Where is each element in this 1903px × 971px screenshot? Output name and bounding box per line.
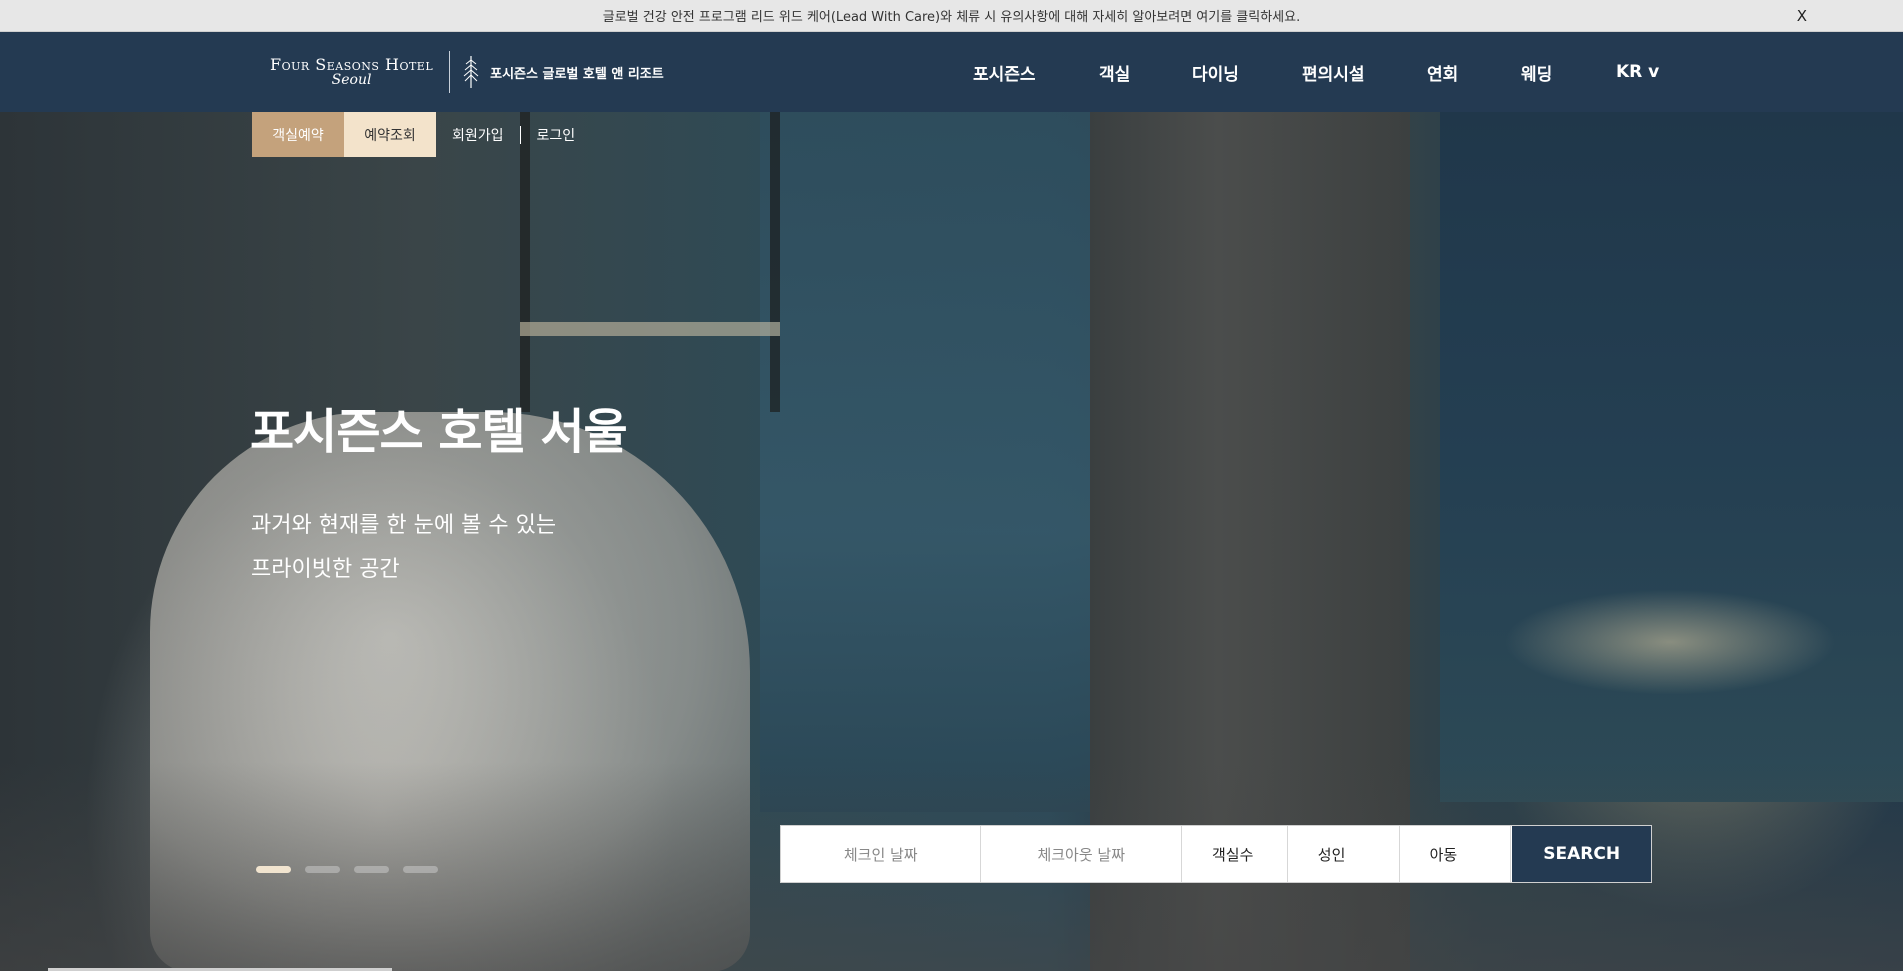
login-link[interactable]: 로그인 [521, 125, 592, 145]
rooms-select[interactable]: 객실수 [1182, 826, 1288, 882]
logo[interactable]: Four Seasons Hotel Seoul 포시즌스 글로벌 호텔 앤 리… [270, 50, 664, 94]
checkin-date-field[interactable]: 체크인 날짜 [781, 826, 982, 882]
slider-dot[interactable] [403, 866, 438, 873]
reserve-button[interactable]: 객실예약 [252, 112, 344, 157]
hero-lamp [520, 112, 780, 412]
quick-links: 객실예약 예약조회 회원가입 로그인 [252, 112, 591, 157]
signup-link[interactable]: 회원가입 [436, 125, 520, 145]
slider-dot[interactable] [354, 866, 389, 873]
site-header: Four Seasons Hotel Seoul 포시즌스 글로벌 호텔 앤 리… [0, 32, 1903, 112]
hero-palace-lights [1450, 532, 1903, 712]
logo-line1: Four Seasons Hotel [270, 54, 434, 74]
hero-subtitle: 과거와 현재를 한 눈에 볼 수 있는 프라이빗한 공간 [251, 504, 556, 592]
nav-item-wedding[interactable]: 웨딩 [1521, 60, 1552, 85]
hero-subtitle-line1: 과거와 현재를 한 눈에 볼 수 있는 [251, 513, 557, 538]
tree-icon [463, 56, 479, 88]
notice-bar[interactable]: 글로벌 건강 안전 프로그램 리드 위드 케어(Lead With Care)와… [0, 0, 1903, 32]
hero-subtitle-line2: 프라이빗한 공간 [251, 557, 400, 582]
logo-tagline: 포시즌스 글로벌 호텔 앤 리조트 [490, 66, 664, 82]
nav-item-rooms[interactable]: 객실 [1099, 60, 1130, 85]
adults-select[interactable]: 성인 [1288, 826, 1400, 882]
notice-text[interactable]: 글로벌 건강 안전 프로그램 리드 위드 케어(Lead With Care)와… [603, 6, 1300, 25]
logo-divider [449, 51, 451, 93]
nav-item-events[interactable]: 연회 [1427, 60, 1458, 85]
nav-item-amenities[interactable]: 편의시설 [1302, 60, 1365, 85]
booking-bar: 체크인 날짜 체크아웃 날짜 객실수 성인 아동 SEARCH [780, 825, 1652, 883]
slider-dots [256, 866, 438, 873]
nav-item-dining[interactable]: 다이닝 [1192, 60, 1239, 85]
hero-window-left [760, 112, 1090, 812]
language-select[interactable]: KR v [1616, 62, 1659, 82]
close-icon[interactable]: X [1797, 7, 1807, 25]
logo-line2: Seoul [331, 72, 372, 89]
check-reservation-button[interactable]: 예약조회 [344, 112, 436, 157]
children-select[interactable]: 아동 [1400, 826, 1512, 882]
logo-wordmark: Four Seasons Hotel Seoul [270, 54, 434, 89]
nav-item-fourseasons[interactable]: 포시즌스 [973, 60, 1036, 85]
search-button[interactable]: SEARCH [1511, 826, 1652, 882]
hero-title: 포시즌스 호텔 서울 [250, 404, 628, 460]
slider-dot[interactable] [305, 866, 340, 873]
checkout-date-field[interactable]: 체크아웃 날짜 [981, 826, 1182, 882]
slider-dot[interactable] [256, 866, 291, 873]
